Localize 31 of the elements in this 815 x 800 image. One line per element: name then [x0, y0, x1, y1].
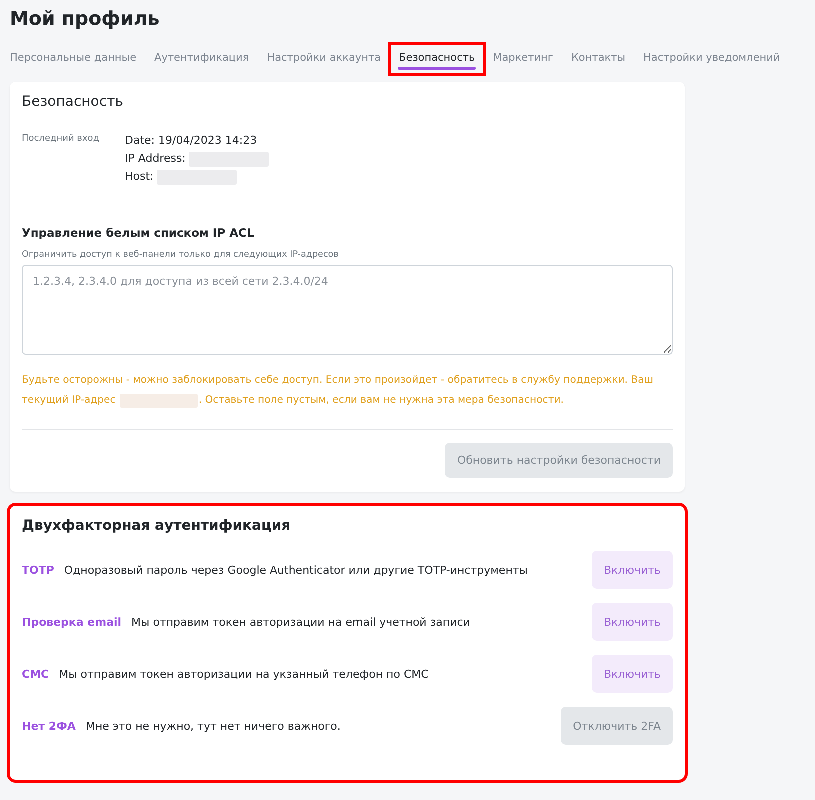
- method-description: Мы отправим токен авторизации на укзанный телефон по СМС: [59, 668, 430, 680]
- warning-text: . Оставьте поле пустым, если вам не нужна эта мера безопасности.: [198, 394, 564, 408]
- login-detail: Date: 19/04/2023 14:23: [125, 133, 258, 149]
- card-title: Двухфакторная аутентификация: [22, 518, 292, 534]
- method-description: Мы отправим токен авторизации на email учетной записи: [132, 616, 472, 628]
- method-name: Проверка email: [22, 616, 122, 628]
- method-description: Мне это не нужно, тут нет ничего важного.: [86, 720, 342, 732]
- tab[interactable]: Контакты: [562, 44, 634, 74]
- tab[interactable]: Аутентификация: [146, 44, 258, 74]
- warning-text: Будьте осторожны - можно заблокировать себе доступ. Если это произойдет - обратитесь в службу поддержки. Ваш: [22, 374, 655, 388]
- tab[interactable]: Маркетинг: [484, 44, 562, 74]
- tab[interactable]: Безопасность: [390, 44, 484, 74]
- tab[interactable]: Персональные данные: [10, 44, 146, 74]
- method-name: СМС: [22, 668, 50, 680]
- page-title: Мой профиль: [10, 8, 161, 30]
- enable-button[interactable]: Включить: [592, 655, 673, 693]
- card-title: Безопасность: [22, 94, 124, 110]
- field-label: Последний вход: [22, 133, 101, 146]
- field-hint: Ограничить доступ к веб-панели только для следующих IP-адресов: [22, 250, 340, 260]
- enable-button[interactable]: Включить: [592, 551, 673, 589]
- login-detail: IP Address:: [125, 151, 186, 167]
- ip-list-field[interactable]: 1.2.3.4, 2.3.4.0 для доступа из всей сети 2.3.4.0/24: [22, 265, 673, 355]
- warning-text: текущий IP-адрес: [22, 394, 116, 408]
- method-name: Нет 2ФА: [22, 720, 76, 732]
- login-detail: Host:: [125, 169, 154, 185]
- tab[interactable]: Настройки аккаунта: [258, 44, 390, 74]
- method-name: TOTP: [22, 564, 54, 576]
- method-description: Одноразовый пароль через Google Authenticator или другие TOTP-инструменты: [64, 564, 529, 576]
- enable-button[interactable]: Включить: [592, 603, 673, 641]
- tab[interactable]: Настройки уведомлений: [634, 44, 790, 74]
- section-title: Управление белым списком IP ACL: [22, 226, 256, 240]
